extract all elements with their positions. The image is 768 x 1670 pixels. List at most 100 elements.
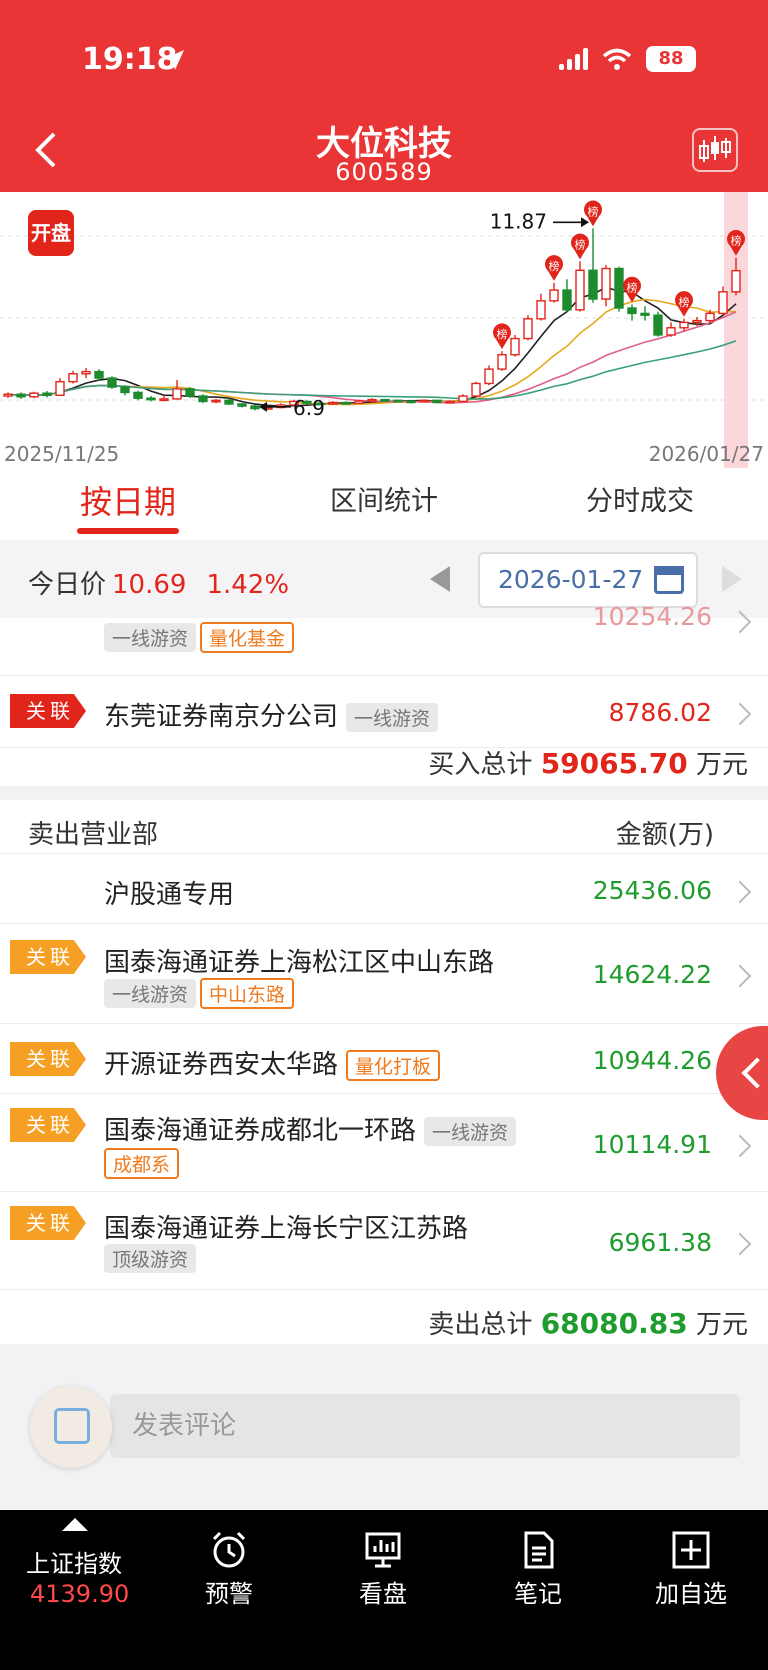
share-icon[interactable] <box>30 1386 112 1468</box>
chart-date-end: 2026/01/27 <box>648 442 764 466</box>
buy-total-label: 买入总计 <box>428 750 533 780</box>
sell-row-amount: 10944.26 <box>592 1046 712 1075</box>
candle-body <box>692 319 702 324</box>
sell-row-amount: 10114.91 <box>592 1130 712 1159</box>
candle-body <box>432 399 442 404</box>
related-badge: 关联 <box>10 1206 86 1240</box>
sell-row-tags: 成都系 <box>104 1148 180 1179</box>
buy-row-amount: 8786.02 <box>608 698 712 727</box>
tag-orange: 成都系 <box>104 1148 180 1179</box>
sell-row[interactable]: 关联 国泰海通证券上海长宁区江苏路 顶级游资 6961.38 <box>0 1192 768 1290</box>
chevron-right-icon <box>728 964 752 988</box>
monitor-chart-icon <box>365 1532 401 1568</box>
candle-body <box>107 377 117 388</box>
candle-body <box>341 401 351 405</box>
sell-row[interactable]: 关联 国泰海通证券成都北一环路 一线游资 成都系 10114.91 <box>0 1094 768 1192</box>
dept-name-text: 东莞证券南京分公司 <box>104 702 339 732</box>
ma-line <box>7 311 737 404</box>
candle-body <box>367 398 377 402</box>
comment-input[interactable]: 发表评论 <box>110 1394 740 1458</box>
nav-add-favorite-label: 加自选 <box>655 1580 727 1608</box>
tag-gray: 一线游资 <box>346 703 439 732</box>
buy-row-partial[interactable]: 一线游资 量化基金 10254.26 <box>0 588 768 676</box>
rank-marker-label: 榜 <box>575 237 586 251</box>
rank-marker-icon[interactable]: 榜 <box>623 276 641 303</box>
nav-alert[interactable]: 预警 <box>174 1530 284 1609</box>
battery-icon: 88 <box>646 46 696 72</box>
chevron-right-icon <box>728 610 752 634</box>
candle-body <box>159 398 169 402</box>
candle-body <box>55 380 65 397</box>
ma-line <box>7 286 737 408</box>
sell-row-name: 国泰海通证券上海松江区中山东路 <box>104 948 495 978</box>
candle-body <box>16 393 26 398</box>
candle-body <box>497 354 507 370</box>
header: 19:18 88 大位科技 600589 <box>0 0 768 192</box>
sell-total-unit: 万元 <box>695 1310 748 1340</box>
tag-orange: 量化打板 <box>346 1050 441 1081</box>
candle-body <box>393 399 403 403</box>
nav-watch[interactable]: 看盘 <box>328 1530 438 1609</box>
candle-body <box>510 337 520 356</box>
candle-body <box>614 267 624 309</box>
candle-body <box>679 321 689 329</box>
candle-body <box>562 289 572 311</box>
rank-marker-label: 榜 <box>679 295 690 309</box>
index-value: 4139.90 <box>30 1580 130 1608</box>
candle-body <box>601 267 611 300</box>
candle-body <box>133 391 143 399</box>
stock-code: 600589 <box>335 158 433 186</box>
candle-body <box>731 269 741 293</box>
app-root: 19:18 88 大位科技 600589 榜 榜 榜 榜 榜 榜 榜 11.87… <box>0 0 768 1670</box>
buy-total-unit: 万元 <box>695 750 748 780</box>
kline-chart-svg: 榜榜榜榜榜榜榜11.876.9 <box>0 192 768 468</box>
rank-marker-label: 榜 <box>731 234 742 248</box>
tab-by-date[interactable]: 按日期 <box>0 468 256 540</box>
rank-marker-icon[interactable]: 榜 <box>675 291 693 317</box>
candle-body <box>120 386 130 394</box>
candle-body <box>718 291 728 315</box>
candle-body <box>380 398 390 402</box>
tag-orange: 量化基金 <box>200 622 295 653</box>
rank-marker-label: 榜 <box>588 204 599 218</box>
high-arrow-head <box>581 217 589 228</box>
rank-marker-icon[interactable]: 榜 <box>545 255 563 281</box>
buy-total: 买入总计 59065.70 万元 <box>428 744 748 781</box>
tag-gray: 一线游资 <box>104 979 197 1008</box>
candle-body <box>250 405 260 410</box>
sell-total-label: 卖出总计 <box>428 1310 533 1340</box>
kline-toggle-button[interactable] <box>692 128 738 172</box>
rank-marker-label: 榜 <box>497 327 508 341</box>
kline-chart[interactable]: 榜榜榜榜榜榜榜 11.87 6.9 开盘 2025/11/25 2026/01/27 <box>0 192 768 468</box>
index-ticker[interactable]: 上证指数 4139.90 <box>0 1510 150 1630</box>
sell-row[interactable]: 沪股通专用 25436.06 <box>0 854 768 924</box>
candle-body <box>575 269 585 311</box>
sell-row[interactable]: 关联 开源证券西安太华路 量化打板 10944.26 <box>0 1024 768 1094</box>
rank-marker-label: 榜 <box>627 280 638 294</box>
tab-bar: 按日期 区间统计 分时成交 <box>0 468 768 540</box>
tag-gray: 一线游资 <box>424 1117 517 1146</box>
sell-row-tags: 一线游资 中山东路 <box>104 978 295 1009</box>
candle-body <box>640 312 650 316</box>
tag-gray: 一线游资 <box>104 623 197 652</box>
tab-range-stats[interactable]: 区间统计 <box>256 468 512 540</box>
dept-name-text: 开源证券西安太华路 <box>104 1050 339 1080</box>
rank-marker-icon[interactable]: 榜 <box>571 233 589 260</box>
sell-row[interactable]: 关联 国泰海通证券上海松江区中山东路 一线游资 中山东路 14624.22 <box>0 924 768 1024</box>
location-arrow-icon <box>164 50 184 70</box>
candle-body <box>588 269 598 300</box>
open-market-badge[interactable]: 开盘 <box>28 210 74 256</box>
sell-total: 卖出总计 68080.83 万元 <box>428 1304 748 1341</box>
buy-row[interactable]: 关联 东莞证券南京分公司 一线游资 8786.02 <box>0 676 768 748</box>
candle-body <box>81 370 91 375</box>
low-price-label: 6.9 <box>293 396 325 420</box>
candle-body <box>653 314 663 336</box>
chevron-right-icon <box>728 1134 752 1158</box>
up-triangle-icon <box>62 1518 88 1531</box>
candle-body <box>224 399 234 405</box>
tab-intraday-trades[interactable]: 分时成交 <box>512 468 768 540</box>
nav-notes[interactable]: 笔记 <box>483 1530 593 1609</box>
rank-marker-icon[interactable]: 榜 <box>493 323 511 350</box>
buy-row-partial-tags: 一线游资 量化基金 <box>104 622 295 653</box>
nav-add-favorite[interactable]: 加自选 <box>636 1530 746 1609</box>
